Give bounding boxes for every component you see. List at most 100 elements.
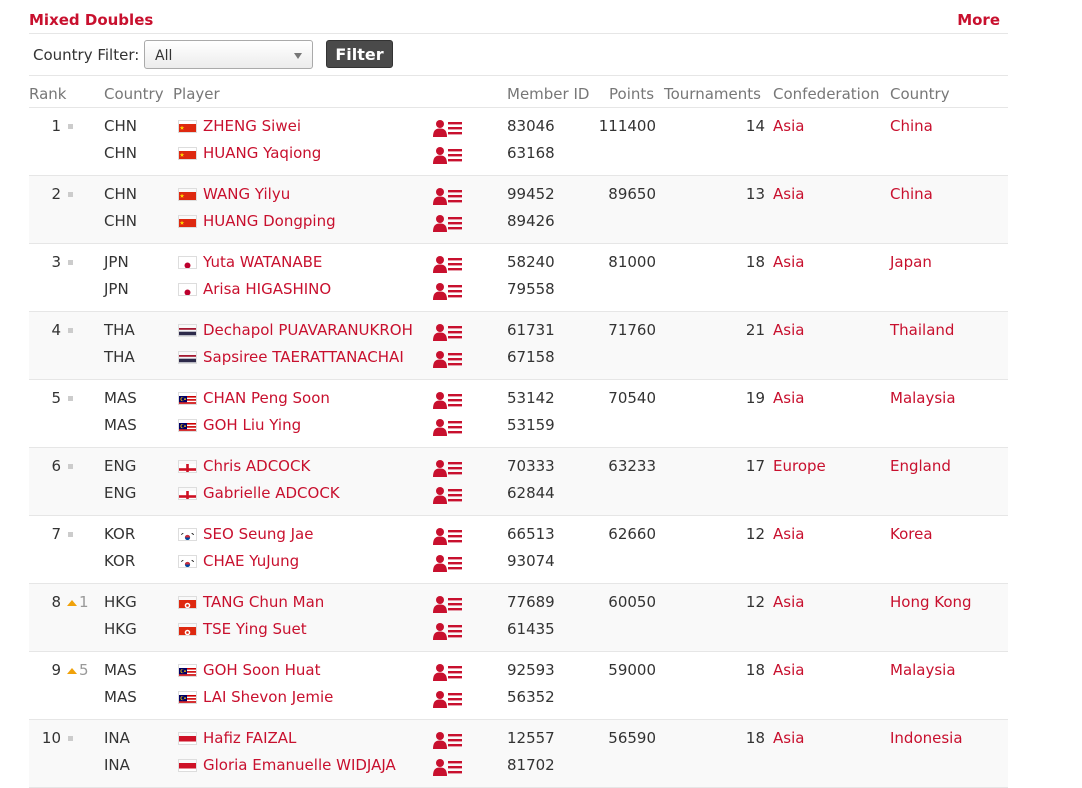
filter-button[interactable]: Filter bbox=[326, 40, 393, 68]
member-id: 53142 bbox=[507, 389, 555, 407]
player-name-link[interactable]: SEO Seung Jae bbox=[203, 525, 313, 543]
confederation-link[interactable]: Asia bbox=[773, 185, 804, 203]
confederation-link[interactable]: Asia bbox=[773, 525, 804, 543]
country-link[interactable]: Indonesia bbox=[890, 729, 963, 747]
player-profile-icon[interactable] bbox=[433, 323, 463, 341]
confederation-link[interactable]: Asia bbox=[773, 593, 804, 611]
player-name-link[interactable]: Gabrielle ADCOCK bbox=[203, 484, 340, 502]
col-rank[interactable]: Rank bbox=[29, 85, 66, 103]
player-country-code: HKG bbox=[104, 620, 137, 638]
col-player[interactable]: Player bbox=[173, 85, 220, 103]
col-tournaments[interactable]: Tournaments bbox=[664, 85, 761, 103]
player-profile-icon[interactable] bbox=[433, 663, 463, 681]
player-profile-icon[interactable] bbox=[433, 146, 463, 164]
col-country[interactable]: Country bbox=[890, 85, 950, 103]
member-id: 70333 bbox=[507, 457, 555, 475]
tournaments-value: 17 bbox=[745, 457, 765, 475]
country-link[interactable]: Korea bbox=[890, 525, 933, 543]
points-value: 60050 bbox=[608, 593, 656, 611]
player-name-link[interactable]: ZHENG Siwei bbox=[203, 117, 301, 135]
more-link[interactable]: More bbox=[957, 11, 1000, 29]
country-link[interactable]: England bbox=[890, 457, 951, 475]
confederation-link[interactable]: Asia bbox=[773, 729, 804, 747]
mas-flag-icon bbox=[178, 392, 197, 405]
player-name-link[interactable]: Gloria Emanuelle WIDJAJA bbox=[203, 756, 396, 774]
player-profile-icon[interactable] bbox=[433, 527, 463, 545]
rank-movement: 5 bbox=[65, 661, 89, 679]
no-change-icon bbox=[68, 124, 73, 129]
player-name-link[interactable]: GOH Liu Ying bbox=[203, 416, 301, 434]
country-link[interactable]: China bbox=[890, 185, 933, 203]
player-profile-icon[interactable] bbox=[433, 758, 463, 776]
country-link[interactable]: Malaysia bbox=[890, 389, 956, 407]
player-profile-icon[interactable] bbox=[433, 187, 463, 205]
confederation-link[interactable]: Asia bbox=[773, 253, 804, 271]
player-country-code: KOR bbox=[104, 525, 136, 543]
player-profile-icon[interactable] bbox=[433, 119, 463, 137]
player-profile-icon[interactable] bbox=[433, 595, 463, 613]
player-name-link[interactable]: Hafiz FAIZAL bbox=[203, 729, 296, 747]
country-filter-select[interactable]: All bbox=[144, 40, 313, 69]
country-link[interactable]: Hong Kong bbox=[890, 593, 972, 611]
player-name-link[interactable]: LAI Shevon Jemie bbox=[203, 688, 333, 706]
col-points[interactable]: Points bbox=[609, 85, 654, 103]
player-name-link[interactable]: HUANG Dongping bbox=[203, 212, 336, 230]
confederation-link[interactable]: Asia bbox=[773, 661, 804, 679]
player-name-link[interactable]: Arisa HIGASHINO bbox=[203, 280, 331, 298]
rank-change: 1 bbox=[79, 593, 89, 611]
player-country-code: THA bbox=[104, 321, 135, 339]
player-name-link[interactable]: TANG Chun Man bbox=[203, 593, 324, 611]
player-name-link[interactable]: TSE Ying Suet bbox=[203, 620, 307, 638]
player-name-link[interactable]: GOH Soon Huat bbox=[203, 661, 321, 679]
tournaments-value: 18 bbox=[745, 661, 765, 679]
player-name-link[interactable]: Dechapol PUAVARANUKROH bbox=[203, 321, 413, 339]
rank-up-icon bbox=[67, 599, 77, 606]
col-country-code[interactable]: Country bbox=[104, 85, 164, 103]
table-row: 1 CHN ZHENG Siwei 83046 CHN HUANG Yaqiong 6316… bbox=[29, 108, 1008, 176]
country-link[interactable]: Malaysia bbox=[890, 661, 956, 679]
player-profile-icon[interactable] bbox=[433, 391, 463, 409]
player-name-link[interactable]: Sapsiree TAERATTANACHAI bbox=[203, 348, 404, 366]
member-id: 12557 bbox=[507, 729, 555, 747]
hkg-flag-icon bbox=[178, 623, 197, 636]
member-id: 53159 bbox=[507, 416, 555, 434]
player-profile-icon[interactable] bbox=[433, 350, 463, 368]
rank-change: 5 bbox=[79, 661, 89, 679]
country-link[interactable]: Japan bbox=[890, 253, 932, 271]
player-profile-icon[interactable] bbox=[433, 690, 463, 708]
ina-flag-icon bbox=[178, 732, 197, 745]
col-confederation[interactable]: Confederation bbox=[773, 85, 880, 103]
player-profile-icon[interactable] bbox=[433, 255, 463, 273]
no-change-icon bbox=[68, 260, 73, 265]
confederation-link[interactable]: Europe bbox=[773, 457, 826, 475]
rank-up-icon bbox=[67, 667, 77, 674]
kor-flag-icon bbox=[178, 555, 197, 568]
player-profile-icon[interactable] bbox=[433, 731, 463, 749]
player-profile-icon[interactable] bbox=[433, 459, 463, 477]
confederation-link[interactable]: Asia bbox=[773, 321, 804, 339]
player-profile-icon[interactable] bbox=[433, 282, 463, 300]
player-profile-icon[interactable] bbox=[433, 622, 463, 640]
confederation-link[interactable]: Asia bbox=[773, 117, 804, 135]
country-link[interactable]: China bbox=[890, 117, 933, 135]
member-id: 58240 bbox=[507, 253, 555, 271]
player-profile-icon[interactable] bbox=[433, 418, 463, 436]
jpn-flag-icon bbox=[178, 283, 197, 296]
player-name-link[interactable]: Yuta WATANABE bbox=[203, 253, 322, 271]
player-name-link[interactable]: WANG Yilyu bbox=[203, 185, 290, 203]
player-profile-icon[interactable] bbox=[433, 486, 463, 504]
player-name-link[interactable]: CHAN Peng Soon bbox=[203, 389, 330, 407]
player-profile-icon[interactable] bbox=[433, 214, 463, 232]
chn-flag-icon bbox=[178, 215, 197, 228]
player-name-link[interactable]: CHAE YuJung bbox=[203, 552, 299, 570]
col-member-id[interactable]: Member ID bbox=[507, 85, 589, 103]
player-name-link[interactable]: Chris ADCOCK bbox=[203, 457, 310, 475]
member-id: 99452 bbox=[507, 185, 555, 203]
confederation-link[interactable]: Asia bbox=[773, 389, 804, 407]
rank-number: 3 bbox=[51, 253, 61, 271]
player-name-link[interactable]: HUANG Yaqiong bbox=[203, 144, 321, 162]
player-country-code: MAS bbox=[104, 661, 137, 679]
country-link[interactable]: Thailand bbox=[890, 321, 954, 339]
tournaments-value: 14 bbox=[745, 117, 765, 135]
player-profile-icon[interactable] bbox=[433, 554, 463, 572]
